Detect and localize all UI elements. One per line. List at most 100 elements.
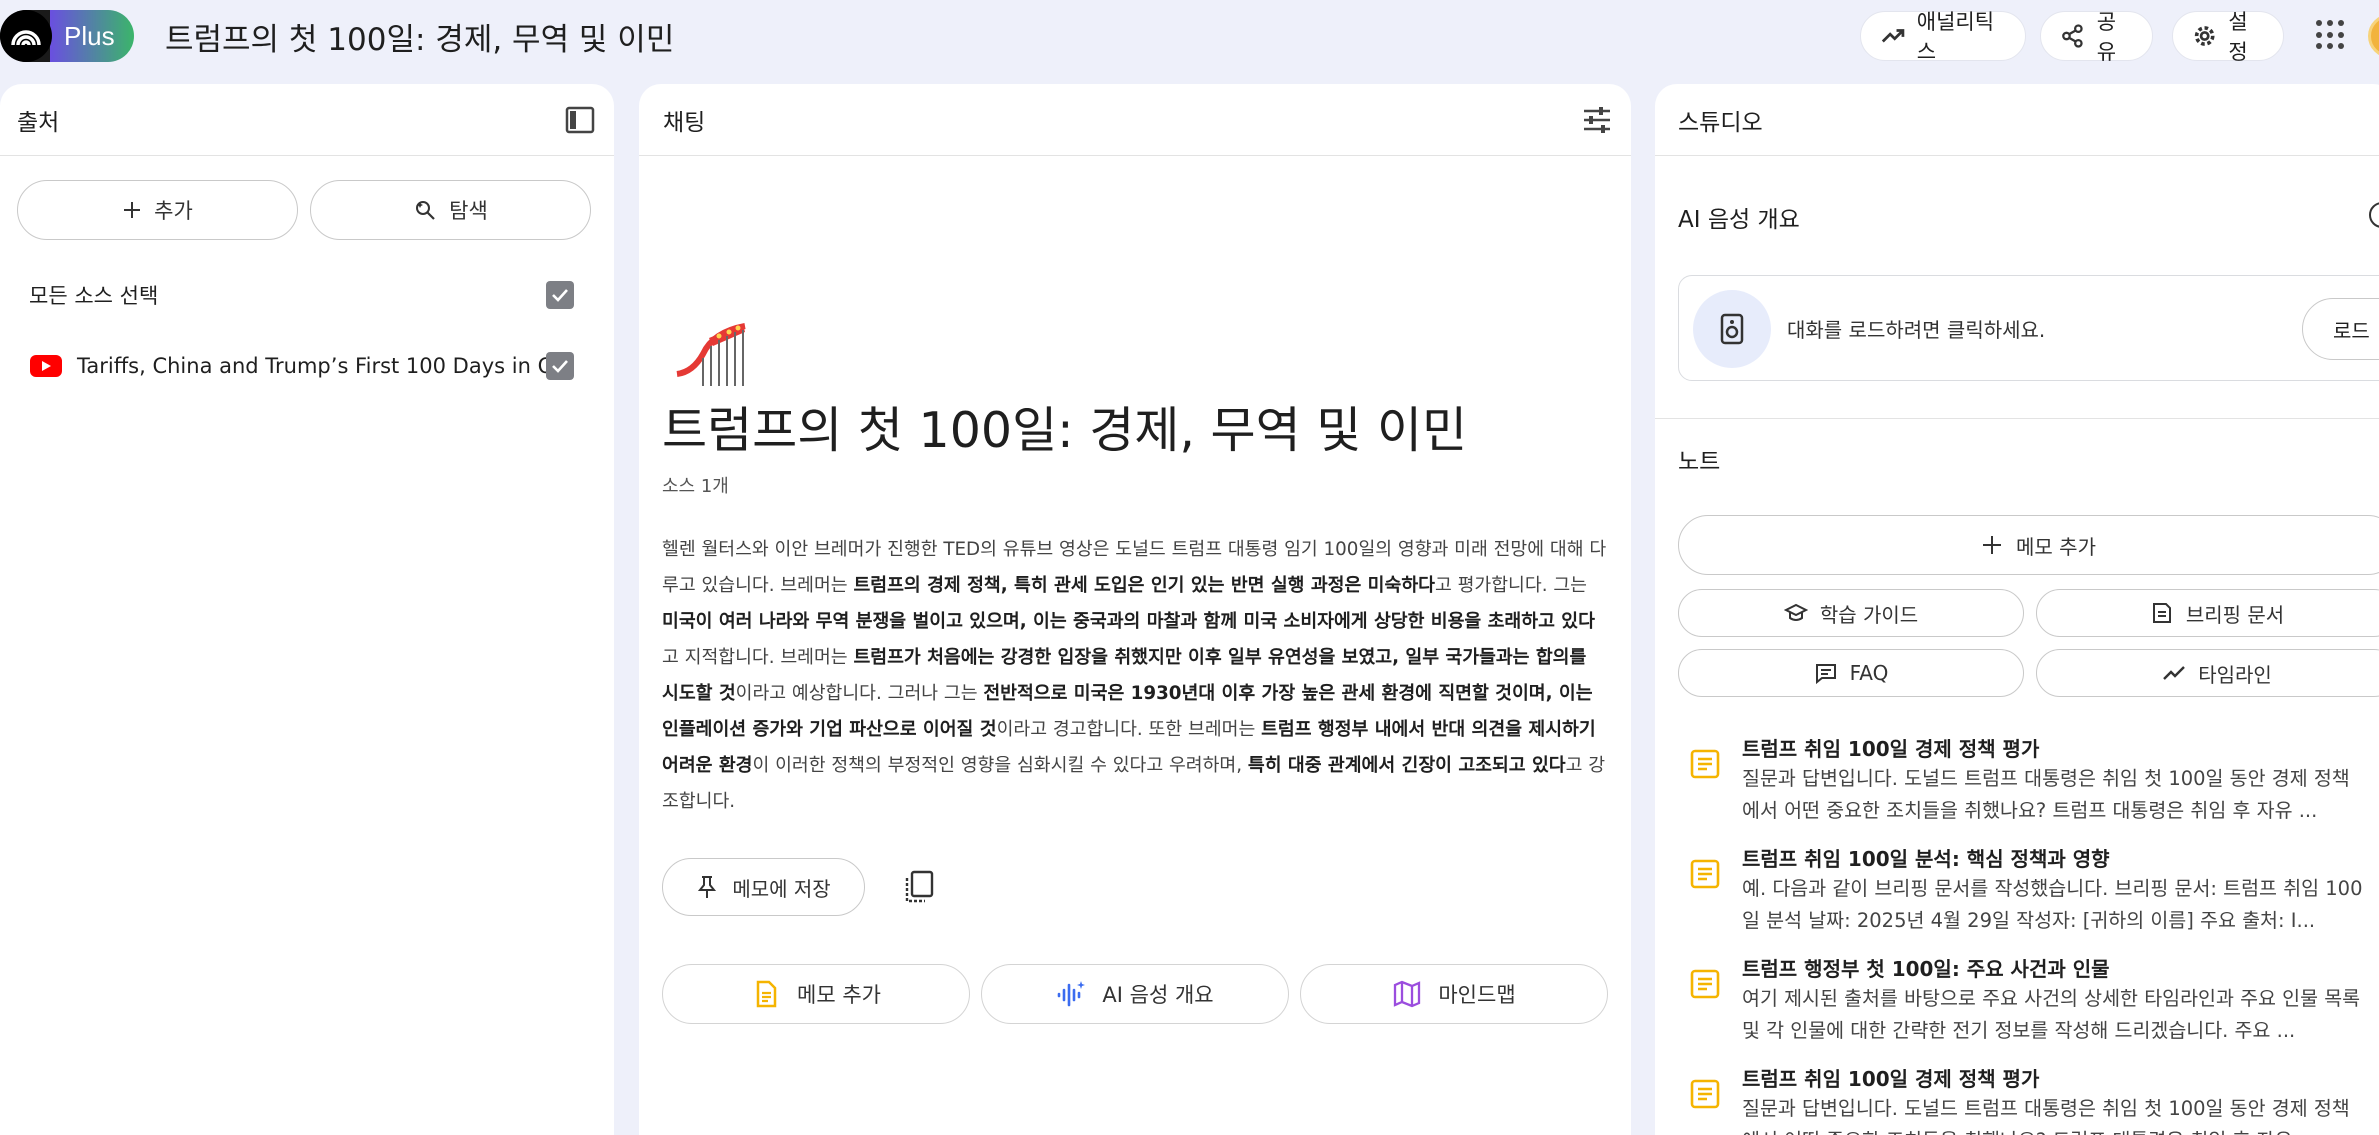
study-guide-label: 학습 가이드	[1819, 602, 1919, 627]
load-label: 로드	[2333, 318, 2370, 343]
summary-text: 이 이러한 정책의 부정적인 영향을 심화시킬 수 있다고 우려하며,	[752, 755, 1248, 776]
studio-panel: 스튜디오 AI 음성 개요 대화를 로드하려면 클릭하세요. 로드 노트 메모 …	[1655, 84, 2379, 1135]
copy-icon[interactable]	[903, 870, 935, 904]
add-note-studio-label: 메모 추가	[2016, 534, 2096, 559]
youtube-icon	[30, 355, 62, 377]
timeline-button[interactable]: 타임라인	[2036, 649, 2379, 697]
note-title: 트럼프 취임 100일 경제 정책 평가	[1742, 1067, 2040, 1091]
app-logo[interactable]: Plus	[0, 10, 134, 62]
summary-text: 고 지적합니다. 브레머는	[662, 647, 854, 668]
settings-icon	[2194, 26, 2215, 46]
page-title[interactable]: 트럼프의 첫 100일: 경제, 무역 및 이민	[165, 14, 674, 59]
tune-icon[interactable]	[1581, 104, 1613, 136]
study-guide-button[interactable]: 학습 가이드	[1678, 589, 2024, 637]
plus-icon	[1983, 536, 2002, 554]
note-title: 트럼프 취임 100일 경제 정책 평가	[1742, 737, 2040, 761]
load-button[interactable]: 로드	[2302, 298, 2379, 360]
audio-overview-label: AI 음성 개요	[1102, 983, 1214, 1007]
note-title: 트럼프 행정부 첫 100일: 주요 사건과 인물	[1742, 957, 2110, 981]
note-icon	[1690, 1079, 1720, 1109]
summary-highlight: 미국이 여러 나라와 무역 분쟁을 벌이고 있으며, 이는 중국과의 마찰과 함…	[662, 611, 1595, 632]
chat-header: 채팅	[639, 84, 1631, 156]
note-title: 트럼프 취임 100일 분석: 핵심 정책과 영향	[1742, 847, 2110, 871]
faq-label: FAQ	[1849, 661, 1889, 685]
share-button[interactable]: 공유	[2040, 10, 2153, 64]
pin-icon	[698, 876, 717, 898]
add-note-studio-button[interactable]: 메모 추가	[1678, 515, 2379, 575]
avatar[interactable]	[2368, 14, 2379, 58]
save-to-note-button[interactable]: 메모에 저장	[662, 858, 865, 916]
mindmap-button[interactable]: 마인드맵	[1300, 964, 1608, 1024]
notes-title: 노트	[1678, 449, 1721, 475]
list-item[interactable]: 트럼프 취임 100일 경제 정책 평가 질문과 답변입니다. 도널드 트럼프 …	[1678, 733, 2379, 833]
note-preview: 예. 다음과 같이 브리핑 문서를 작성했습니다. 브리핑 문서: 트럼프 취임…	[1742, 877, 2363, 932]
checkbox-icon	[552, 289, 568, 302]
note-preview: 질문과 답변입니다. 도널드 트럼프 대통령은 취임 첫 100일 동안 경제 …	[1742, 1097, 2350, 1135]
list-item[interactable]: 트럼프 취임 100일 경제 정책 평가 질문과 답변입니다. 도널드 트럼프 …	[1678, 1063, 2379, 1135]
select-all-label: 모든 소스 선택	[29, 284, 159, 308]
list-item[interactable]: 트럼프 행정부 첫 100일: 주요 사건과 인물 여기 제시된 출처를 바탕으…	[1678, 953, 2379, 1053]
note-icon	[1690, 749, 1720, 779]
summary-highlight: 특히 대중 관계에서 긴장이 고조되고 있다	[1247, 755, 1566, 776]
briefing-label: 브리핑 문서	[2185, 602, 2285, 627]
timeline-label: 타임라인	[2198, 662, 2272, 687]
notebook-summary: 헬렌 월터스와 이안 브레머가 진행한 TED의 유튜브 영상은 도널드 트럼프…	[662, 532, 1607, 820]
mindmap-icon	[1394, 980, 1421, 1008]
note-icon	[1690, 859, 1720, 889]
source-title: Tariffs, China and Trump’s First 100 Day…	[77, 354, 574, 378]
select-all-checkbox[interactable]	[546, 281, 574, 309]
faq-button[interactable]: FAQ	[1678, 649, 2024, 697]
select-all-row[interactable]: 모든 소스 선택	[0, 270, 614, 320]
share-icon	[2062, 24, 2083, 48]
summary-text: 고 평가합니다. 그는	[1434, 575, 1587, 596]
sources-header: 출처	[0, 84, 614, 156]
list-item[interactable]: 트럼프 취임 100일 분석: 핵심 정책과 영향 예. 다음과 같이 브리핑 …	[1678, 843, 2379, 943]
audio-overview-card[interactable]: 대화를 로드하려면 클릭하세요. 로드	[1678, 275, 2379, 381]
analytics-icon	[1881, 29, 1905, 43]
roller-coaster-emoji	[676, 323, 746, 386]
plus-icon	[124, 202, 141, 218]
chat-panel: 채팅 트럼프의 첫 100일: 경제, 무역 및 이민 소스 1개 헬렌 월터스…	[639, 84, 1631, 1135]
audio-section-title: AI 음성 개요	[1678, 207, 1800, 233]
faq-icon	[1815, 664, 1836, 685]
add-note-label: 메모 추가	[797, 983, 881, 1007]
sources-title: 출처	[17, 109, 60, 136]
audio-prompt: 대화를 로드하려면 클릭하세요.	[1787, 318, 2046, 342]
settings-button[interactable]: 설정	[2172, 10, 2284, 64]
sources-panel: 출처 추가 탐색 모든 소스 선택 Tariffs, China and Tru…	[0, 84, 614, 1135]
speaker-icon	[1693, 290, 1771, 368]
add-source-label: 추가	[154, 199, 193, 223]
timeline-icon	[2163, 666, 2186, 680]
add-source-button[interactable]: 추가	[17, 180, 298, 240]
checkbox-icon	[552, 360, 568, 373]
chat-doc-title: 트럼프의 첫 100일: 경제, 무역 및 이민	[662, 402, 1468, 459]
top-bar: Plus 트럼프의 첫 100일: 경제, 무역 및 이민 애널리틱스 공유 설…	[0, 0, 2379, 72]
info-icon[interactable]	[2369, 202, 2379, 228]
note-preview: 질문과 답변입니다. 도널드 트럼프 대통령은 취임 첫 100일 동안 경제 …	[1742, 767, 2350, 822]
add-note-button[interactable]: 메모 추가	[662, 964, 970, 1024]
audio-overview-button[interactable]: AI 음성 개요	[981, 964, 1289, 1024]
explore-label: 탐색	[449, 199, 488, 223]
source-checkbox[interactable]	[546, 352, 574, 380]
plan-badge: Plus	[64, 20, 115, 51]
logo-icon	[0, 10, 52, 62]
list-item[interactable]: Tariffs, China and Trump’s First 100 Day…	[0, 341, 614, 391]
analytics-button[interactable]: 애널리틱스	[1860, 10, 2026, 64]
studio-header: 스튜디오	[1655, 84, 2379, 156]
save-to-note-label: 메모에 저장	[732, 876, 831, 901]
divider	[1655, 418, 2379, 419]
mindmap-label: 마인드맵	[1438, 983, 1516, 1007]
summary-highlight: 트럼프의 경제 정책, 특히 관세 도입은 인기 있는 반면 실행 과정은 미숙…	[853, 575, 1435, 596]
analytics-label: 애널리틱스	[1916, 10, 1995, 64]
study-guide-icon	[1783, 603, 1808, 621]
apps-icon[interactable]	[2316, 20, 2346, 50]
briefing-doc-button[interactable]: 브리핑 문서	[2036, 589, 2379, 637]
sidebar-toggle-icon[interactable]	[564, 104, 596, 136]
explore-button[interactable]: 탐색	[310, 180, 591, 240]
settings-label: 설정	[2228, 10, 2248, 64]
chat-title-label: 채팅	[663, 109, 706, 136]
explore-icon	[416, 201, 435, 220]
summary-text: 이라고 경고합니다. 또한 브레머는	[996, 719, 1262, 740]
source-count: 소스 1개	[662, 476, 729, 497]
share-label: 공유	[2096, 10, 2117, 64]
